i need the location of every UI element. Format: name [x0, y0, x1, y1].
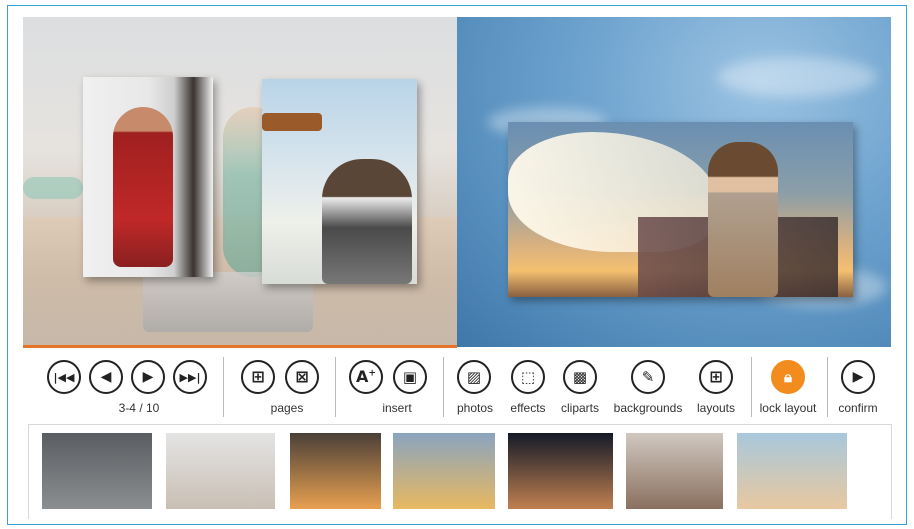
photo-slot-girl-cape[interactable] [83, 77, 213, 277]
photo-slot-boy-sunset[interactable] [508, 122, 853, 297]
next-page-icon: ▶ [142, 369, 154, 385]
first-page-button[interactable]: |◀◀ [47, 360, 81, 394]
remove-page-button[interactable]: ⊠ [285, 360, 319, 394]
backgrounds-label: backgrounds [613, 401, 683, 415]
effects-label: effects [510, 401, 546, 415]
left-page[interactable] [23, 17, 457, 347]
photo-thumbnail-strip [28, 424, 892, 519]
add-page-icon: ⊞ [251, 367, 265, 386]
insert-label: insert [382, 401, 412, 415]
photo-thumbnail[interactable] [166, 433, 275, 509]
first-page-icon: |◀◀ [53, 370, 75, 384]
photo-thumbnail[interactable] [290, 433, 381, 509]
current-page-indicator [23, 345, 457, 348]
effects-icon: ⬚ [520, 367, 536, 386]
backgrounds-button[interactable]: ✎ [631, 360, 665, 394]
layouts-button[interactable]: ⊞ [699, 360, 733, 394]
last-page-icon: ▶▶| [179, 370, 201, 384]
remove-page-icon: ⊠ [295, 367, 309, 386]
photo-thumbnail[interactable] [508, 433, 613, 509]
girl-in-cape-figure [113, 107, 173, 267]
toolbar-divider [443, 357, 444, 417]
lock-icon: 🔒︎ [784, 367, 792, 386]
insert-text-button[interactable]: A+ [349, 360, 383, 394]
toy-airplane [262, 113, 322, 131]
page-counter: 3-4 / 10 [118, 401, 160, 415]
cliparts-icon: ▩ [572, 367, 588, 386]
cliparts-button[interactable]: ▩ [563, 360, 597, 394]
previous-page-button[interactable]: ◀ [89, 360, 123, 394]
photos-label: photos [456, 401, 494, 415]
paint-brush-icon: ✎ [641, 367, 655, 386]
toolbar-divider [751, 357, 752, 417]
play-icon: ▶ [852, 369, 864, 385]
next-page-button[interactable]: ▶ [131, 360, 165, 394]
previous-page-icon: ◀ [100, 369, 112, 385]
pages-label: pages [270, 401, 304, 415]
insert-image-icon: ▣ [402, 367, 418, 386]
insert-image-button[interactable]: ▣ [393, 360, 427, 394]
boy-pilot-figure [322, 159, 412, 284]
lock-layout-button[interactable]: 🔒︎ [771, 360, 805, 394]
grid-layout-icon: ⊞ [709, 367, 723, 386]
background-figure-arm [23, 177, 83, 199]
photos-button[interactable]: ▨ [457, 360, 491, 394]
photo-thumbnail[interactable] [626, 433, 723, 509]
toolbar-divider [223, 357, 224, 417]
editor-toolbar: |◀◀ ◀ ▶ ▶▶| 3-4 / 10 ⊞ ⊠ pages A+ ▣ inse… [37, 357, 892, 419]
layouts-label: layouts [696, 401, 736, 415]
photobook-spread[interactable] [23, 17, 891, 347]
cliparts-label: cliparts [560, 401, 599, 415]
last-page-button[interactable]: ▶▶| [173, 360, 207, 394]
photo-slot-boy-airplane[interactable] [262, 79, 417, 284]
insert-text-icon: A+ [356, 367, 376, 386]
effects-button[interactable]: ⬚ [511, 360, 545, 394]
photo-thumbnail[interactable] [42, 433, 152, 509]
lock-layout-label: lock layout [759, 401, 817, 415]
toolbar-divider [827, 357, 828, 417]
photos-icon: ▨ [466, 367, 482, 386]
confirm-label: confirm [838, 401, 878, 415]
photo-thumbnail[interactable] [393, 433, 495, 509]
confirm-button[interactable]: ▶ [841, 360, 875, 394]
toolbar-divider [335, 357, 336, 417]
photo-thumbnail[interactable] [737, 433, 847, 509]
cloud [717, 57, 877, 97]
add-page-button[interactable]: ⊞ [241, 360, 275, 394]
boy-pilot-figure [708, 142, 778, 297]
